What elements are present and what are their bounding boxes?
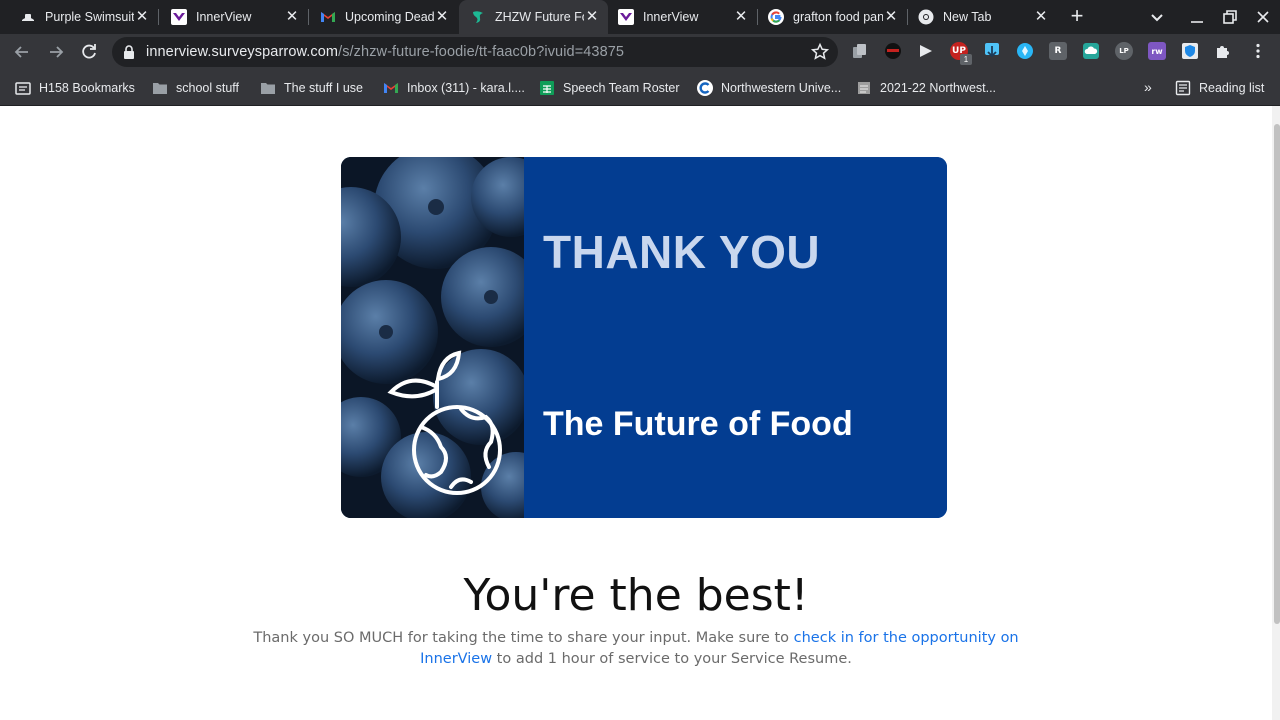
tab-upcoming-deadlines[interactable]: Upcoming Deadlines ✕	[309, 0, 458, 34]
address-bar[interactable]: innerview.surveysparrow.com/s/zhzw-futur…	[112, 37, 838, 67]
tab-title: grafton food pantry	[793, 10, 883, 24]
ninja-extension-icon[interactable]	[884, 42, 902, 60]
bookmark-label: Inbox (311) - kara.l....	[407, 81, 525, 95]
gmail-icon	[383, 80, 399, 96]
close-tab-icon[interactable]: ✕	[134, 9, 150, 25]
hat-icon	[20, 9, 36, 25]
reading-list-label: Reading list	[1199, 81, 1265, 95]
forward-arrow-icon[interactable]	[46, 42, 66, 62]
page-title: You're the best!	[463, 570, 809, 621]
restore-icon[interactable]	[1221, 8, 1239, 26]
tab-title: InnerView	[643, 10, 699, 24]
rw-extension-label: rw	[1151, 46, 1163, 56]
close-window-icon[interactable]	[1254, 8, 1272, 26]
close-tab-icon[interactable]: ✕	[284, 9, 300, 25]
chrome-icon	[918, 9, 934, 25]
bookmark-2021-22-northwestern[interactable]: 2021-22 Northwest...	[856, 79, 996, 97]
folder-icon	[260, 80, 276, 96]
bookmark-school-stuff[interactable]: school stuff	[152, 79, 239, 97]
download-extension-icon[interactable]	[983, 42, 1001, 60]
tab-new-tab[interactable]: New Tab ✕	[908, 0, 1057, 34]
compass-extension-icon[interactable]	[1016, 42, 1034, 60]
lock-icon[interactable]	[123, 45, 135, 59]
banner-subtitle: The Future of Food	[543, 405, 853, 443]
tab-search-chevron-icon[interactable]	[1148, 8, 1166, 26]
message-text-after: to add 1 hour of service to your Service…	[492, 651, 852, 667]
bookmark-label: Speech Team Roster	[563, 81, 680, 95]
blueberries-image	[341, 157, 524, 518]
url-path: /s/zhzw-future-foodie/tt-faac0b?ivuid=43…	[338, 44, 625, 60]
more-menu-icon[interactable]	[1249, 42, 1267, 60]
document-icon	[856, 80, 872, 96]
cloud-extension-icon[interactable]	[1082, 42, 1100, 60]
url-text[interactable]: innerview.surveysparrow.com/s/zhzw-futur…	[146, 44, 624, 60]
close-tab-icon[interactable]: ✕	[434, 9, 450, 25]
r-extension-label: R	[1054, 46, 1062, 56]
banner-text-panel: THANK YOU The Future of Food	[524, 157, 947, 518]
tab-zhzw-future-foodie[interactable]: ZHZW Future Foodie ✕	[459, 0, 608, 34]
lp-extension-icon[interactable]: LP	[1115, 42, 1133, 60]
tab-innerview-1[interactable]: InnerView ✕	[159, 0, 308, 34]
innerview-logo-icon	[618, 9, 634, 25]
bookmark-label: The stuff I use	[284, 81, 363, 95]
bookmarks-overflow-button[interactable]: »	[1144, 79, 1152, 95]
message-text-before: Thank you SO MUCH for taking the time to…	[253, 630, 794, 646]
lp-extension-label: LP	[1119, 47, 1129, 55]
page-content: THANK YOU The Future of Food You're the …	[0, 106, 1280, 720]
tab-strip: Purple Swimsuit ✕ InnerView ✕ Upcoming D…	[0, 0, 1280, 34]
innerview-logo-icon	[171, 9, 187, 25]
reading-list-icon	[1175, 80, 1191, 96]
close-tab-icon[interactable]: ✕	[883, 9, 899, 25]
scrollbar-thumb[interactable]	[1274, 124, 1280, 624]
reload-icon[interactable]	[79, 42, 99, 62]
tab-title: Upcoming Deadlines	[345, 10, 434, 24]
bookmark-h158[interactable]: H158 Bookmarks	[15, 79, 135, 97]
close-tab-icon[interactable]: ✕	[733, 9, 749, 25]
sheets-icon	[539, 80, 555, 96]
tab-title: Purple Swimsuit	[45, 10, 134, 24]
back-arrow-icon[interactable]	[12, 42, 32, 62]
banner-title: THANK YOU	[543, 226, 821, 278]
new-tab-button[interactable]: +	[1066, 5, 1088, 28]
folder-icon	[152, 80, 168, 96]
gmail-icon	[320, 9, 336, 25]
bookmark-label: Northwestern Unive...	[721, 81, 842, 95]
tab-title: ZHZW Future Foodie	[495, 10, 584, 24]
bookmark-northwestern[interactable]: Northwestern Unive...	[697, 79, 841, 97]
bookmark-the-stuff-i-use[interactable]: The stuff I use	[260, 79, 363, 97]
cast-extension-icon[interactable]	[917, 42, 935, 60]
northwestern-c-icon	[697, 80, 713, 96]
r-extension-icon[interactable]: R	[1049, 42, 1067, 60]
bookmark-label: school stuff	[176, 81, 240, 95]
close-tab-icon[interactable]: ✕	[1033, 9, 1049, 25]
bookmark-label: 2021-22 Northwest...	[880, 81, 997, 95]
bookmarks-bar: H158 Bookmarks school stuff The stuff I …	[0, 71, 1280, 106]
bookmark-speech-team-roster[interactable]: Speech Team Roster	[539, 79, 680, 97]
tab-innerview-2[interactable]: InnerView ✕	[608, 0, 757, 34]
url-host: innerview.surveysparrow.com	[146, 44, 339, 60]
minimize-icon[interactable]	[1188, 8, 1206, 26]
tab-title: InnerView	[196, 10, 252, 24]
reading-list-button[interactable]: Reading list	[1175, 79, 1264, 97]
surveysparrow-icon	[470, 9, 486, 25]
shield-extension-icon[interactable]	[1181, 42, 1199, 60]
bookmark-folder-icon	[15, 80, 31, 96]
close-tab-icon[interactable]: ✕	[584, 9, 600, 25]
bookmark-inbox[interactable]: Inbox (311) - kara.l....	[383, 79, 525, 97]
bookmark-label: H158 Bookmarks	[39, 81, 135, 95]
bookmark-star-icon[interactable]	[810, 42, 830, 62]
extension-badge: 1	[960, 54, 972, 65]
tab-purple-swimsuit[interactable]: Purple Swimsuit ✕	[0, 0, 158, 34]
google-icon	[768, 9, 784, 25]
thank-you-banner: THANK YOU The Future of Food	[341, 157, 947, 518]
extensions-puzzle-icon[interactable]	[1214, 42, 1232, 60]
copy-extension-icon[interactable]	[851, 42, 869, 60]
tab-title: New Tab	[943, 10, 992, 24]
rw-extension-icon[interactable]: rw	[1148, 42, 1166, 60]
tab-grafton-food-pantry[interactable]: grafton food pantry ✕	[758, 0, 907, 34]
thank-you-message: Thank you SO MUCH for taking the time to…	[250, 628, 1022, 670]
browser-toolbar: innerview.surveysparrow.com/s/zhzw-futur…	[0, 34, 1280, 71]
